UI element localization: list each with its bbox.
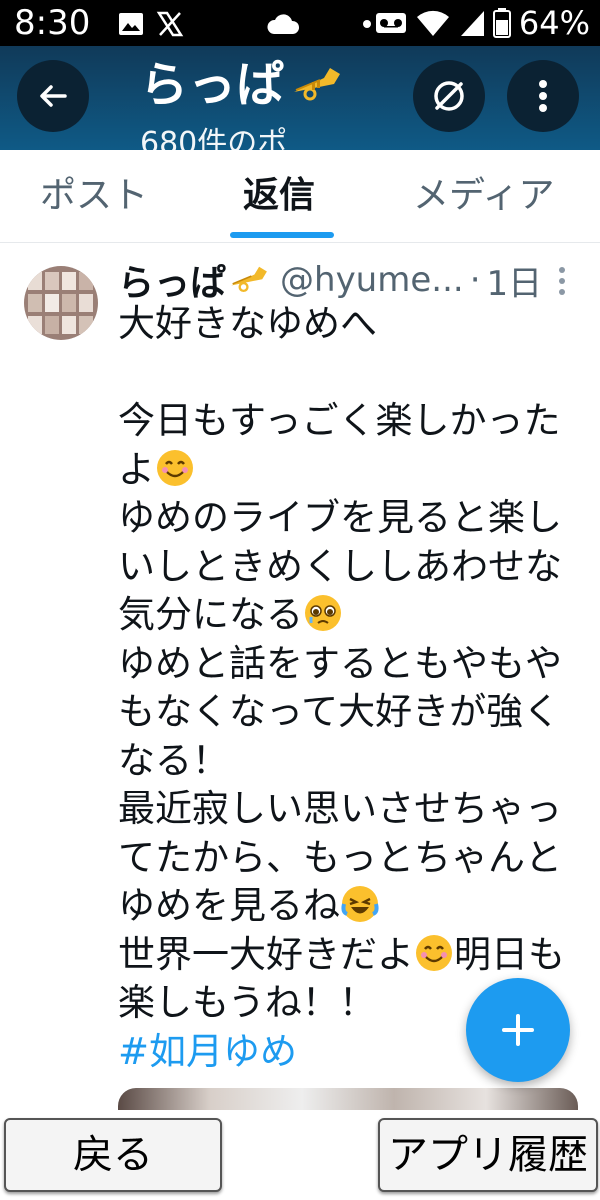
- post-line: 世界一大好きだよ 明日も: [118, 932, 565, 976]
- nav-back-button[interactable]: 戻る: [4, 1118, 222, 1192]
- no-symbol-icon: [434, 81, 464, 111]
- post-author-name: らっぱ: [118, 263, 227, 304]
- wifi-icon: [416, 10, 449, 36]
- no-symbol-button[interactable]: [413, 60, 485, 132]
- post-count: 680件のポ: [140, 126, 288, 150]
- post-line: [118, 349, 568, 398]
- post-line: いしときめくししあわせな: [118, 544, 562, 588]
- plus-icon: [502, 1014, 534, 1046]
- post-author[interactable]: らっぱ: [118, 254, 270, 306]
- separator-dot: ·: [469, 260, 481, 300]
- post-line: ゆめのライブを見ると楽し: [118, 496, 562, 539]
- post-line: 最近寂しい思いさせちゃっ: [118, 787, 562, 830]
- battery-percent: 64%: [518, 4, 590, 42]
- pleading-face-icon: [305, 595, 341, 631]
- smiling-face-icon: [416, 934, 452, 971]
- nav-app-history-button[interactable]: アプリ履歴: [378, 1118, 598, 1192]
- post-line: よ: [118, 446, 568, 495]
- active-tab-indicator: [230, 232, 334, 238]
- post-line: てたから、もっとちゃんと: [118, 835, 562, 879]
- back-arrow-icon: [40, 85, 67, 107]
- voicemail-icon: [375, 13, 406, 33]
- post-body: 大好きなゆめへ 今日もすっごく楽しかった よ ゆめのライブを見ると楽し いしとき…: [118, 300, 568, 1076]
- post-line: もなくなって大好きが強く: [118, 690, 561, 733]
- post-line: 大好きなゆめへ: [118, 302, 377, 345]
- profile-name: らっぱ: [140, 57, 285, 113]
- post-handle[interactable]: @hyume...: [280, 260, 464, 300]
- tab-replies[interactable]: 返信: [243, 172, 315, 220]
- trumpet-icon: [231, 266, 267, 293]
- post-menu-button[interactable]: [557, 266, 567, 300]
- status-time: 8:30: [14, 3, 91, 43]
- gallery-icon: [119, 13, 143, 35]
- dot-icon: [363, 20, 371, 28]
- profile-header: らっぱ 680件のポ: [0, 46, 600, 150]
- battery-icon: [492, 8, 511, 38]
- smiling-face-icon: [157, 449, 193, 486]
- cloud-icon: [267, 14, 300, 34]
- post-line: ゆめを見るね: [118, 882, 568, 931]
- trumpet-icon: [294, 68, 341, 101]
- post-header: らっぱ @hyume... · 1日: [118, 256, 578, 305]
- post-line: 気分になる: [118, 591, 568, 640]
- post-time[interactable]: 1日: [487, 256, 543, 305]
- tab-posts[interactable]: ポスト: [40, 172, 148, 220]
- back-button[interactable]: [17, 60, 89, 132]
- more-vertical-icon: [539, 80, 547, 112]
- x-logo-icon: [156, 11, 184, 37]
- profile-tabs: ポスト 返信 メディア: [0, 150, 600, 243]
- tab-media[interactable]: メディア: [413, 172, 554, 220]
- avatar-image: [24, 266, 98, 340]
- post-line: ゆめと話をするともやもや: [118, 641, 562, 685]
- laughing-tears-icon: [341, 886, 379, 922]
- more-vertical-icon: [559, 267, 565, 295]
- compose-button[interactable]: [466, 978, 570, 1082]
- avatar[interactable]: [24, 266, 98, 340]
- signal-icon: [460, 11, 484, 36]
- bottom-navigation: 戻る アプリ履歴: [0, 1110, 600, 1200]
- post-line: なる！: [118, 738, 229, 782]
- more-options-button[interactable]: [507, 60, 579, 132]
- status-bar: 8:30 64%: [0, 0, 600, 46]
- post-line: 今日もすっごく楽しかった: [118, 399, 561, 442]
- profile-title: らっぱ: [140, 56, 344, 114]
